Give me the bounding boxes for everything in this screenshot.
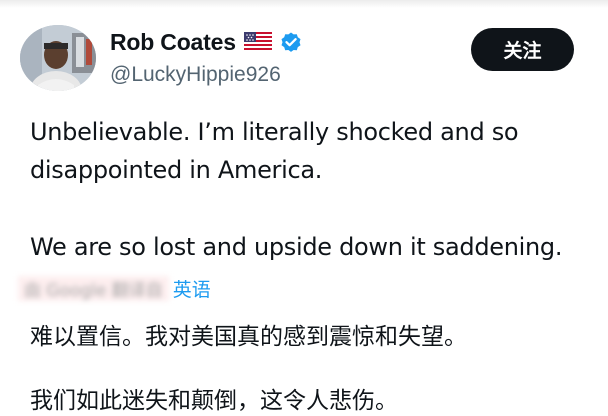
follow-button[interactable]: 关注 bbox=[471, 28, 574, 71]
author-handle[interactable]: @LuckyHippie926 bbox=[110, 63, 281, 87]
verified-badge-icon bbox=[281, 32, 301, 52]
avatar[interactable] bbox=[20, 25, 96, 91]
translation-source-language-link[interactable]: 英语 bbox=[173, 275, 211, 302]
top-edge-shadow bbox=[0, 0, 608, 8]
translation-prefix: 由 Google 翻译自 bbox=[18, 275, 169, 301]
author-name[interactable]: Rob Coates bbox=[110, 29, 236, 56]
translated-text-line: 难以置信。我对美国真的感到震惊和失望。 bbox=[30, 324, 467, 350]
us-flag-icon bbox=[243, 32, 272, 52]
translation-attribution: 由 Google 翻译自 英语 bbox=[18, 274, 211, 302]
tweet-text-line: disappointed in America. bbox=[30, 156, 323, 184]
author-name-row: Rob Coates bbox=[110, 28, 303, 56]
tweet-text-line: Unbelievable. I’m literally shocked and … bbox=[30, 118, 519, 146]
translated-text-line: 我们如此迷失和颠倒，这令人悲伤。 bbox=[30, 388, 398, 414]
tweet-card: Rob Coates @LuckyHippie926 关注 Unbelievab… bbox=[0, 0, 608, 416]
avatar-image bbox=[20, 25, 96, 91]
tweet-text-line: We are so lost and upside down it sadden… bbox=[30, 233, 563, 261]
